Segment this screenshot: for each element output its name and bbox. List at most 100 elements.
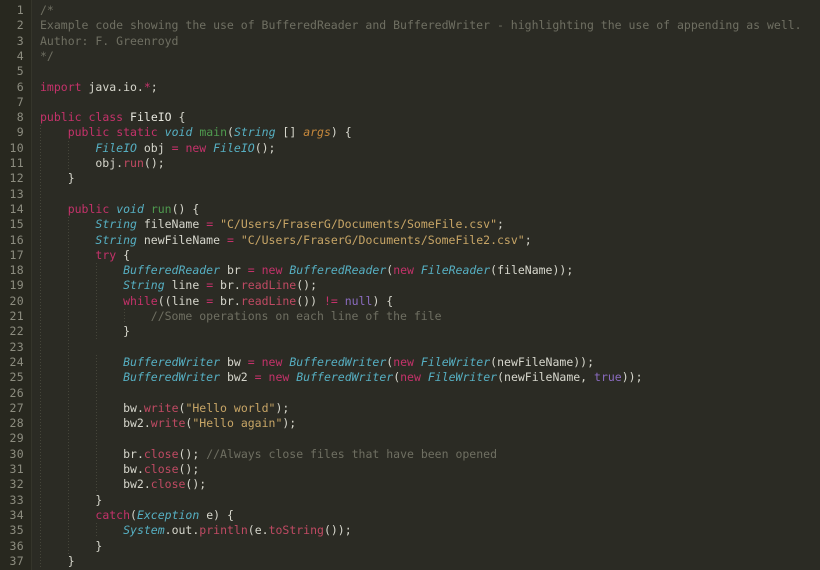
code-line[interactable]: br.close(); //Always close files that ha… bbox=[32, 447, 497, 462]
code-line[interactable]: } bbox=[32, 539, 102, 554]
token-typ: BufferedWriter bbox=[296, 370, 394, 385]
code-line[interactable]: BufferedWriter bw = new BufferedWriter (n… bbox=[32, 355, 594, 370]
token-typ: BufferedWriter bbox=[289, 354, 387, 369]
token-cmt: //Always close files that have been open… bbox=[206, 446, 497, 461]
token-mth: readLine bbox=[240, 278, 297, 293]
code-line[interactable]: BufferedReader br = new BufferedReader(n… bbox=[32, 263, 573, 278]
token-kw: new bbox=[261, 263, 283, 278]
token-id bbox=[414, 263, 421, 277]
token-id: br bbox=[220, 263, 248, 278]
token-pun: } bbox=[40, 538, 103, 553]
token-pun: (e bbox=[247, 523, 262, 538]
line-number: 19 bbox=[9, 278, 24, 293]
line-number: 21 bbox=[9, 309, 24, 323]
line-number: 7 bbox=[16, 94, 24, 109]
token-pun: (fileName)); bbox=[490, 263, 574, 278]
token-pun: (); bbox=[178, 462, 200, 476]
token-mth: write bbox=[150, 416, 186, 431]
code-line[interactable] bbox=[32, 187, 40, 202]
token-id bbox=[40, 217, 95, 231]
token-kw: public bbox=[40, 110, 82, 125]
token-cmt: //Some operations on each line of the fi… bbox=[40, 309, 442, 323]
token-id bbox=[40, 370, 123, 384]
token-cls: FileIO bbox=[130, 110, 172, 125]
token-lit: null bbox=[344, 293, 373, 308]
code-line[interactable]: } bbox=[32, 554, 75, 569]
line-number: 2 bbox=[16, 18, 24, 33]
token-kw: new bbox=[393, 263, 414, 278]
token-kw: static bbox=[116, 125, 158, 140]
token-kw: catch bbox=[95, 507, 131, 522]
line-number: 18 bbox=[9, 263, 24, 278]
token-kw: class bbox=[88, 110, 124, 125]
token-pun: { bbox=[116, 247, 131, 262]
code-line[interactable]: System.out.println(e.toString()); bbox=[32, 523, 352, 538]
line-number: 20 bbox=[9, 293, 24, 308]
token-typ: FileIO bbox=[213, 140, 255, 155]
code-line[interactable]: } bbox=[32, 493, 102, 508]
code-line[interactable]: FileIO obj = new FileIO(); bbox=[32, 141, 275, 156]
code-line[interactable]: Example code showing the use of Buffered… bbox=[32, 18, 802, 33]
code-line[interactable]: String newFileName = "C/Users/FraserG/Do… bbox=[32, 233, 531, 248]
code-line[interactable]: catch(Exception e) { bbox=[32, 508, 234, 523]
code-line[interactable]: bw2.write("Hello again"); bbox=[32, 416, 296, 431]
code-line[interactable]: while((line = br.readLine()) != null) { bbox=[32, 294, 393, 309]
line-number: 12 bbox=[9, 171, 24, 186]
code-line[interactable] bbox=[32, 95, 40, 110]
code-line[interactable]: /* bbox=[32, 3, 54, 18]
code-line[interactable]: bw2.close(); bbox=[32, 477, 206, 492]
code-line[interactable]: } bbox=[32, 171, 75, 186]
code-line[interactable]: BufferedWriter bw2 = new BufferedWriter (… bbox=[32, 370, 642, 385]
line-number-gutter[interactable]: 1 2 3 4 5 6 7 8 9 10 11 12 13 14 15 16 17 18 19 20 21 22 23 24 2… bbox=[0, 0, 31, 570]
code-line[interactable] bbox=[32, 431, 40, 446]
token-id bbox=[40, 355, 123, 369]
token-id: bw2 bbox=[40, 477, 144, 492]
token-id: bw bbox=[40, 462, 137, 476]
code-line[interactable]: import java.io.*; bbox=[32, 80, 158, 95]
code-line[interactable] bbox=[32, 64, 40, 79]
code-line[interactable]: String line = br.readLine(); bbox=[32, 278, 317, 293]
code-line[interactable]: public static void main(String [] args) … bbox=[32, 125, 352, 140]
token-typ: BufferedReader bbox=[289, 263, 387, 278]
token-cmt: */ bbox=[40, 48, 54, 63]
token-cmt: Example code showing the use of Buffered… bbox=[40, 18, 802, 33]
token-par: args bbox=[303, 125, 331, 140]
code-line[interactable]: Author: F. Greenroyd bbox=[32, 34, 178, 49]
code-line[interactable] bbox=[32, 386, 40, 401]
code-line[interactable]: //Some operations on each line of the fi… bbox=[32, 309, 442, 324]
token-cmt: Author: F. Greenroyd bbox=[40, 33, 179, 48]
token-mth: readLine bbox=[240, 293, 297, 308]
code-editor[interactable]: 1 2 3 4 5 6 7 8 9 10 11 12 13 14 15 16 17 18 19 20 21 22 23 24 2… bbox=[0, 0, 820, 570]
code-line[interactable]: try { bbox=[32, 248, 130, 263]
code-line[interactable]: obj.run(); bbox=[32, 156, 164, 171]
token-mthg: run bbox=[150, 201, 172, 216]
code-surface[interactable]: /* Example code showing the use of Buffer… bbox=[32, 0, 820, 570]
token-op: != bbox=[323, 293, 338, 308]
code-line[interactable]: public class FileIO { bbox=[32, 110, 185, 125]
token-id bbox=[234, 233, 241, 247]
token-mth: run bbox=[123, 156, 144, 170]
token-pun: ) { bbox=[330, 125, 352, 140]
line-number: 26 bbox=[9, 385, 24, 400]
line-number: 9 bbox=[16, 125, 24, 140]
token-id: br bbox=[40, 446, 137, 461]
line-number: 34 bbox=[9, 507, 24, 522]
token-id bbox=[414, 355, 421, 369]
code-line[interactable]: public void run() { bbox=[32, 201, 200, 217]
token-id: obj bbox=[136, 140, 172, 155]
code-line[interactable] bbox=[32, 340, 40, 355]
code-line[interactable]: */ bbox=[32, 49, 54, 64]
line-number: 31 bbox=[9, 462, 24, 476]
code-line[interactable]: } bbox=[32, 324, 130, 339]
token-str: "Hello again" bbox=[192, 416, 283, 431]
token-pun: (); bbox=[185, 477, 207, 492]
token-id: java.io. bbox=[81, 79, 144, 94]
line-number: 8 bbox=[16, 110, 24, 125]
token-id bbox=[40, 278, 123, 292]
code-line[interactable]: bw.write("Hello world"); bbox=[32, 401, 289, 416]
code-line[interactable]: bw.close(); bbox=[32, 462, 199, 477]
token-pun: . bbox=[233, 278, 241, 293]
code-line[interactable]: String fileName = "C/Users/FraserG/Docum… bbox=[32, 217, 504, 232]
token-str: "Hello world" bbox=[185, 400, 276, 415]
token-typ: void bbox=[116, 201, 144, 216]
